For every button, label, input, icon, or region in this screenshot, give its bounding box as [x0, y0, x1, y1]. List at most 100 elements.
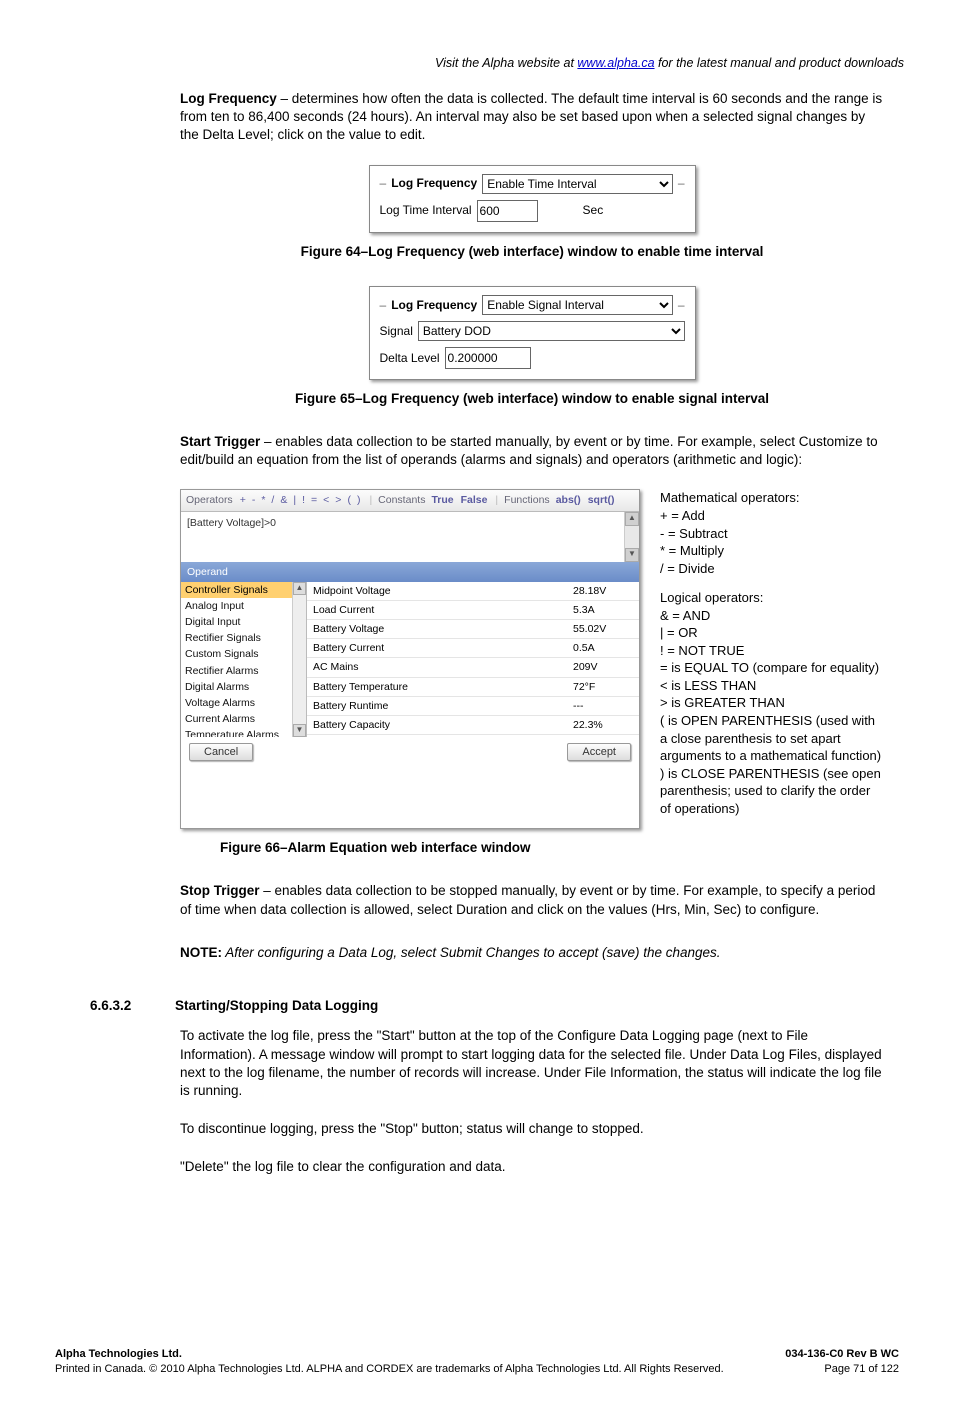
constant-button[interactable]: False — [459, 494, 490, 506]
constant-button[interactable]: True — [429, 494, 455, 506]
function-button[interactable]: abs() — [554, 494, 583, 506]
scroll-down-icon[interactable]: ▼ — [625, 548, 639, 562]
operand-row[interactable]: Midpoint Voltage28.18V — [307, 582, 639, 601]
figure-64-box: – Log Frequency Enable Time Interval – L… — [369, 165, 696, 233]
delta-level-input[interactable] — [445, 347, 531, 369]
dash-icon: – — [380, 297, 387, 313]
log-time-interval-label: Log Time Interval — [380, 202, 472, 218]
scroll-up-icon[interactable]: ▲ — [625, 512, 639, 526]
scroll-up-icon[interactable]: ▲ — [293, 582, 306, 595]
footer-company: Alpha Technologies Ltd. — [55, 1348, 182, 1360]
start-logging-paragraph: To activate the log file, press the "Sta… — [180, 1027, 884, 1100]
constants-label: Constants — [378, 493, 425, 507]
operand-category-item[interactable]: Custom Signals — [181, 646, 306, 662]
logic-op-line: = is EQUAL TO (compare for equality) — [660, 659, 884, 677]
math-op-line: * = Multiply — [660, 542, 884, 560]
logic-op-line: ( is OPEN PARENTHESIS (used with a close… — [660, 712, 884, 765]
logic-op-line: ! = NOT TRUE — [660, 642, 884, 660]
operand-category-item[interactable]: Temperature Alarms — [181, 727, 306, 736]
operator-button[interactable]: * — [258, 494, 268, 506]
stop-logging-paragraph: To discontinue logging, press the "Stop"… — [180, 1120, 884, 1138]
cancel-button[interactable]: Cancel — [189, 743, 253, 761]
operand-category-item[interactable]: Digital Alarms — [181, 679, 306, 695]
footer-pagenum: Page 71 of 122 — [824, 1363, 899, 1375]
operand-value-grid[interactable]: Midpoint Voltage28.18VLoad Current5.3ABa… — [307, 582, 639, 737]
operand-value: 209V — [573, 660, 633, 674]
operator-button[interactable]: = — [308, 494, 320, 506]
operator-button[interactable]: < — [320, 494, 332, 506]
operand-row[interactable]: Battery Capacity22.3% — [307, 716, 639, 735]
operand-value: 22.3% — [573, 718, 633, 732]
operand-category-item[interactable]: Rectifier Signals — [181, 630, 306, 646]
operand-category-item[interactable]: Controller Signals — [181, 582, 306, 598]
section-number: 6.6.3.2 — [90, 997, 175, 1015]
log-frequency-select[interactable]: Enable Signal Interval — [482, 295, 673, 315]
equation-toolbar: Operators +-*/&|!=<>() | Constants True … — [181, 490, 639, 511]
operator-button[interactable]: + — [237, 494, 249, 506]
expression-scrollbar[interactable]: ▲ ▼ — [624, 512, 639, 562]
operand-label: Midpoint Voltage — [313, 584, 573, 598]
start-trigger-lead: Start Trigger — [180, 434, 260, 449]
operand-row[interactable]: Battery Voltage55.02V — [307, 620, 639, 639]
scroll-down-icon[interactable]: ▼ — [293, 724, 306, 737]
operator-button[interactable]: > — [332, 494, 344, 506]
math-ops-title: Mathematical operators: — [660, 489, 884, 507]
log-frequency-text: – determines how often the data is colle… — [180, 91, 882, 142]
operand-value: 0.5A — [573, 641, 633, 655]
log-frequency-select[interactable]: Enable Time Interval — [482, 174, 673, 194]
operator-button[interactable]: & — [277, 494, 290, 506]
footer-docnum: 034-136-C0 Rev B WC — [785, 1348, 899, 1360]
logic-op-line: & = AND — [660, 607, 884, 625]
note-label: NOTE: — [180, 945, 222, 960]
delete-logging-paragraph: "Delete" the log file to clear the confi… — [180, 1158, 884, 1176]
operator-button[interactable]: | — [290, 494, 299, 506]
operand-category-item[interactable]: Current Alarms — [181, 711, 306, 727]
delta-level-label: Delta Level — [380, 350, 440, 366]
header-note: Visit the Alpha website at www.alpha.ca … — [50, 55, 904, 72]
operand-row[interactable]: Battery Runtime--- — [307, 697, 639, 716]
log-frequency-paragraph: Log Frequency – determines how often the… — [180, 90, 884, 145]
signal-select[interactable]: Battery DOD — [418, 321, 685, 341]
function-button[interactable]: sqrt() — [586, 494, 617, 506]
operand-category-item[interactable]: Digital Input — [181, 614, 306, 630]
operator-button[interactable]: / — [268, 494, 277, 506]
start-trigger-text: – enables data collection to be started … — [180, 434, 878, 467]
log-time-interval-input[interactable] — [477, 200, 538, 222]
operator-button[interactable]: - — [249, 494, 259, 506]
header-link[interactable]: www.alpha.ca — [577, 56, 654, 70]
operand-category-item[interactable]: Analog Input — [181, 598, 306, 614]
expression-area[interactable]: [Battery Voltage]>0 — [181, 512, 624, 562]
operand-header: Operand — [181, 562, 639, 582]
operand-category-item[interactable]: Rectifier Alarms — [181, 663, 306, 679]
section-title: Starting/Stopping Data Logging — [175, 998, 378, 1013]
operand-row[interactable]: AC Mains209V — [307, 658, 639, 677]
operand-category-item[interactable]: Voltage Alarms — [181, 695, 306, 711]
logic-op-line: | = OR — [660, 624, 884, 642]
operator-button[interactable]: ( — [344, 494, 354, 506]
operand-category-list[interactable]: Controller SignalsAnalog InputDigital In… — [181, 582, 307, 737]
operand-row[interactable]: Battery Temperature72°F — [307, 678, 639, 697]
note-row: NOTE: After configuring a Data Log, sele… — [180, 944, 884, 962]
operand-value: 5.3A — [573, 603, 633, 617]
math-op-line: - = Subtract — [660, 525, 884, 543]
expression-text: [Battery Voltage]>0 — [187, 516, 276, 558]
operand-row[interactable]: Load Current5.3A — [307, 601, 639, 620]
operand-label: Battery Temperature — [313, 680, 573, 694]
math-op-line: + = Add — [660, 507, 884, 525]
operator-button[interactable]: ) — [354, 494, 364, 506]
stop-trigger-paragraph: Stop Trigger – enables data collection t… — [180, 882, 884, 918]
operator-button[interactable]: ! — [299, 494, 308, 506]
operand-label: Load Current — [313, 603, 573, 617]
math-op-line: / = Divide — [660, 560, 884, 578]
accept-button[interactable]: Accept — [567, 743, 631, 761]
operand-row[interactable]: Battery Current0.5A — [307, 639, 639, 658]
operand-value: --- — [573, 699, 633, 713]
dash-icon: – — [678, 297, 685, 313]
figure-65-box: – Log Frequency Enable Signal Interval –… — [369, 286, 696, 380]
stop-trigger-lead: Stop Trigger — [180, 883, 260, 898]
operand-label: Battery Voltage — [313, 622, 573, 636]
start-trigger-paragraph: Start Trigger – enables data collection … — [180, 433, 884, 469]
list-scrollbar[interactable]: ▲ ▼ — [292, 582, 306, 737]
figure-66-caption: Figure 66–Alarm Equation web interface w… — [220, 839, 884, 857]
footer-copyright: Printed in Canada. © 2010 Alpha Technolo… — [55, 1363, 724, 1375]
